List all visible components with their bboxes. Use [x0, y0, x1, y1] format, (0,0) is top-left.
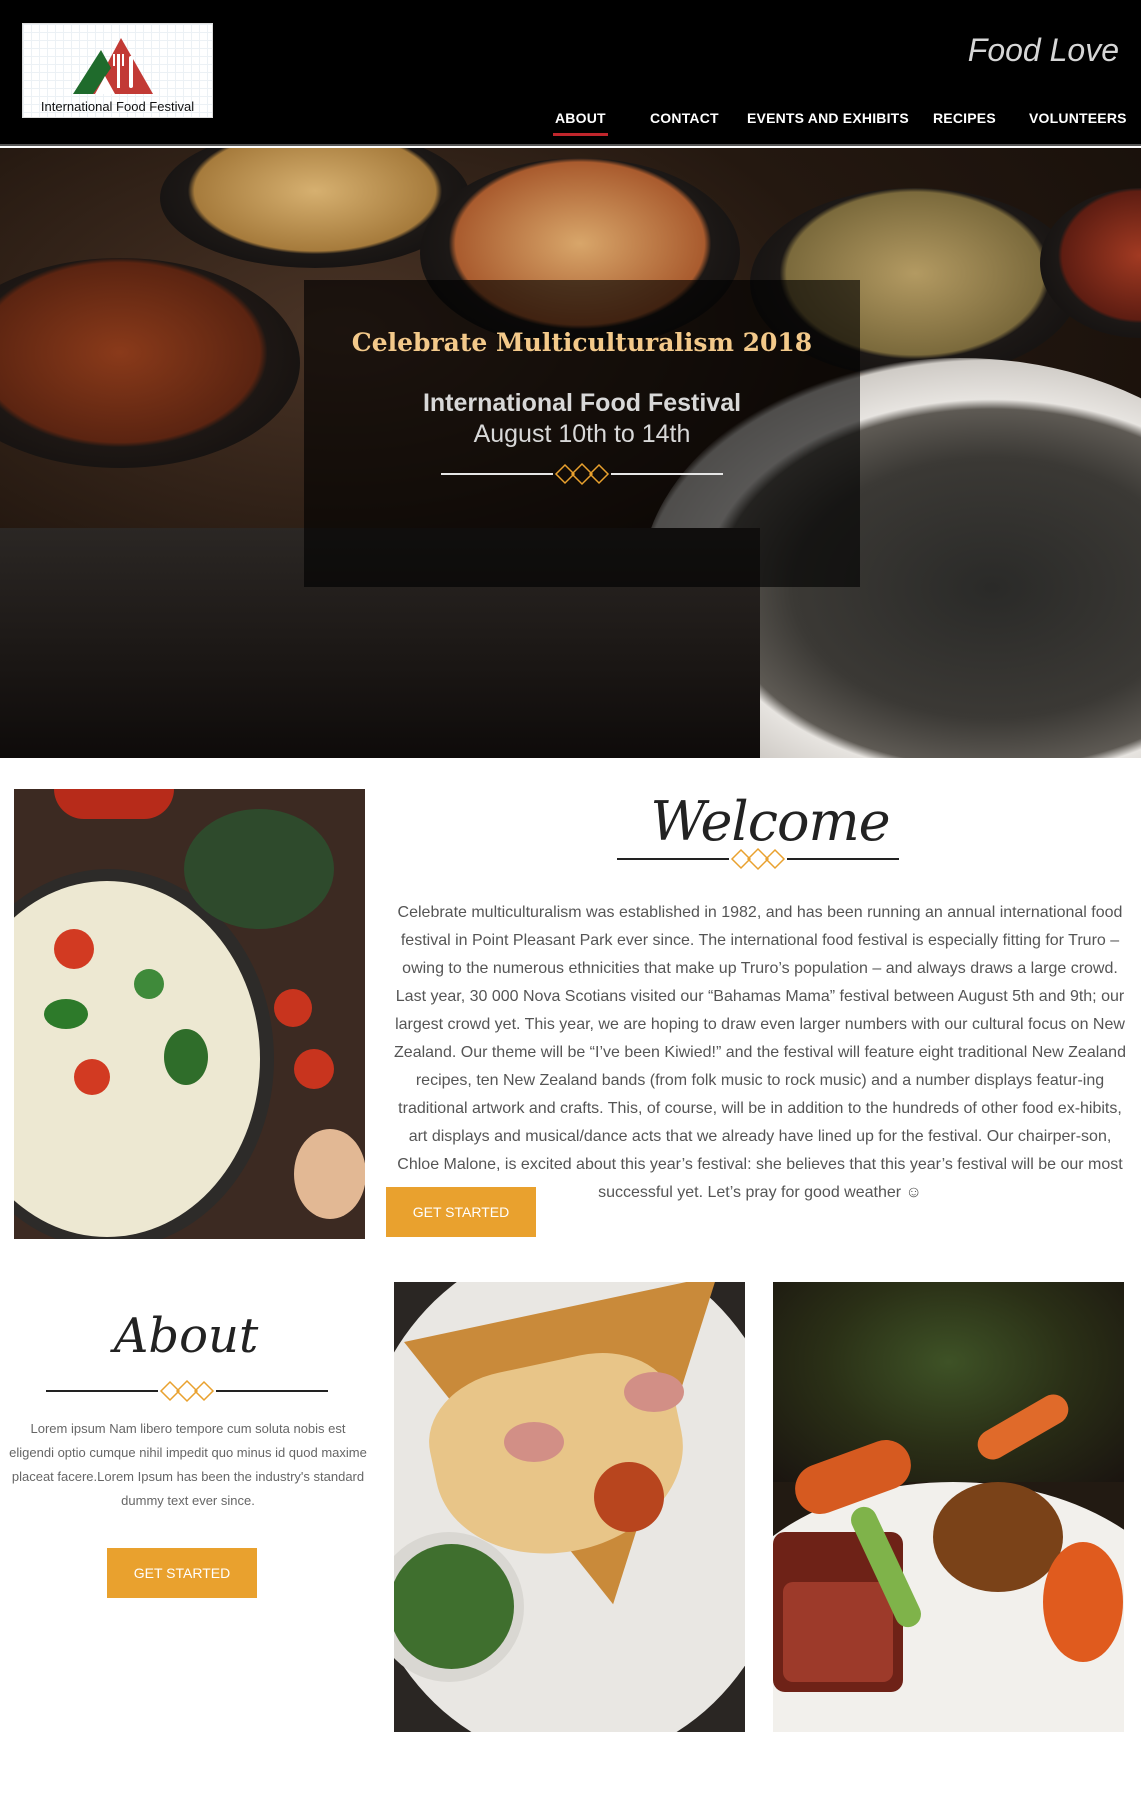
about-get-started-button[interactable]: GET STARTED [107, 1548, 257, 1598]
hero-overlay-box: Celebrate Multiculturalism 2018 Internat… [304, 280, 860, 587]
steak-vegetables-image [773, 1282, 1124, 1732]
nav-contact[interactable]: CONTACT [650, 110, 719, 126]
fork-knife-mountain-icon [73, 38, 153, 94]
welcome-get-started-button[interactable]: GET STARTED [386, 1187, 536, 1237]
nav-recipes[interactable]: RECIPES [933, 110, 996, 126]
hero-heading: Celebrate Multiculturalism 2018 [351, 328, 813, 357]
diamond-ornament-icon [554, 462, 610, 486]
about-divider [46, 1378, 328, 1404]
site-title: Food Love [967, 32, 1119, 68]
festival-logo[interactable]: International Food Festival [22, 23, 213, 118]
about-body-text: Lorem ipsum Nam libero tempore cum solut… [9, 1421, 367, 1508]
welcome-body-text: Celebrate multiculturalism was establish… [394, 904, 1126, 1201]
about-title: About [113, 1308, 259, 1364]
nav-events-and-exhibits[interactable]: EVENTS AND EXHIBITS [747, 110, 909, 126]
quiche-vegetables-image [14, 789, 365, 1239]
diamond-ornament-icon [159, 1379, 215, 1403]
diamond-ornament-icon [730, 847, 786, 871]
pizza-slice-image [394, 1282, 745, 1732]
welcome-title: Welcome [650, 790, 890, 853]
main-nav: ABOUT CONTACT EVENTS AND EXHIBITS RECIPE… [0, 110, 1141, 140]
hero-banner: Celebrate Multiculturalism 2018 Internat… [0, 148, 1141, 758]
hero-subtitle: International Food Festival [422, 389, 742, 417]
food-bowl-image [0, 258, 300, 468]
hero-divider [441, 461, 723, 487]
welcome-divider [617, 846, 899, 872]
nav-volunteers[interactable]: VOLUNTEERS [1029, 110, 1127, 126]
hero-date: August 10th to 14th [473, 420, 691, 448]
nav-about[interactable]: ABOUT [553, 110, 608, 136]
site-header: International Food Festival Food Love AB… [0, 0, 1141, 146]
